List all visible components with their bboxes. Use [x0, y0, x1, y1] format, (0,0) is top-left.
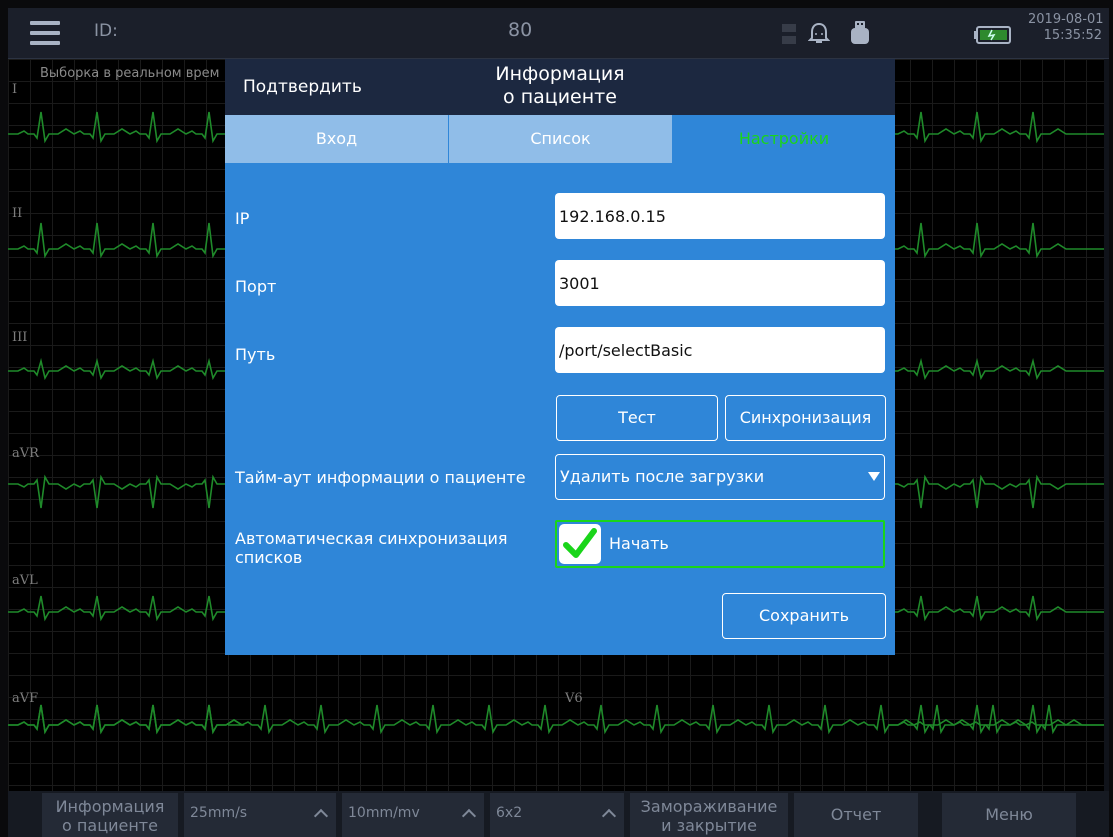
path-input[interactable] — [555, 327, 885, 373]
heart-rate-value: 80 — [508, 19, 533, 41]
freeze-close-button[interactable]: Замораживание и закрытие — [630, 793, 788, 837]
auto-sync-checkbox[interactable] — [559, 524, 601, 564]
gain-value: 10mm/mv — [348, 805, 420, 821]
patient-id-label: ID: — [94, 21, 118, 41]
ecg-trace — [888, 222, 1104, 259]
gain-selector[interactable]: 10mm/mv — [342, 793, 484, 837]
freeze-line1: Замораживание — [640, 797, 778, 816]
timeout-select[interactable]: Удалить после загрузки — [555, 454, 885, 500]
patient-info-line1: Информация — [55, 797, 165, 816]
ecg-trace — [888, 474, 1104, 509]
bottom-toolbar: Информация о пациенте 25mm/s 10mm/mv 6x2… — [8, 791, 1109, 837]
ecg-trace — [888, 595, 1104, 622]
confirm-button[interactable]: Подтвердить — [243, 77, 362, 97]
status-bar: ID: 80 2019-08-01 15:35:52 — [8, 8, 1109, 59]
right-edge-bar — [1104, 59, 1109, 791]
ip-input[interactable] — [555, 193, 885, 239]
auto-sync-toggle[interactable]: Начать — [555, 520, 885, 568]
ecg-trace — [888, 111, 1104, 144]
auto-sync-label-line1: Автоматическая синхронизация — [235, 529, 508, 548]
lead-label-ii: II — [12, 206, 23, 221]
dropdown-arrow-icon — [868, 472, 880, 481]
dialog-title-line1: Информация — [495, 63, 625, 85]
tab-list[interactable]: Список — [449, 115, 672, 163]
port-input[interactable] — [555, 260, 885, 306]
report-button[interactable]: Отчет — [794, 793, 918, 837]
auto-sync-label-line2: списков — [235, 548, 303, 567]
alarm-bell-icon — [808, 22, 830, 43]
ecg-trace — [8, 111, 245, 144]
lead-label-avl: aVL — [12, 573, 38, 588]
ecg-trace — [8, 222, 245, 259]
menu-icon[interactable] — [30, 21, 60, 45]
ecg-device-screen: ID: 80 2019-08-01 15:35:52 Выборка в реа… — [8, 8, 1109, 837]
lead-label-avr: aVR — [12, 446, 39, 461]
patient-info-line2: о пациенте — [62, 816, 158, 835]
freeze-line2: и закрытие — [661, 816, 757, 835]
chevron-up-icon — [601, 808, 617, 824]
auto-sync-label: Автоматическая синхронизация списков — [235, 529, 508, 567]
lead-label-avf: aVF — [12, 691, 39, 706]
realtime-sampling-label: Выборка в реальном врем — [40, 66, 220, 81]
path-label: Путь — [235, 345, 276, 364]
port-label: Порт — [235, 277, 277, 296]
usb-icon — [851, 21, 869, 44]
ecg-trace — [888, 357, 1104, 381]
chevron-up-icon — [313, 808, 329, 824]
date-text: 2019-08-01 — [1028, 12, 1104, 27]
speed-selector[interactable]: 25mm/s — [184, 793, 336, 837]
network-icon — [782, 24, 796, 44]
save-button[interactable]: Сохранить — [722, 593, 886, 639]
auto-sync-checkbox-label: Начать — [609, 534, 669, 553]
chevron-up-icon — [461, 808, 477, 824]
layout-value: 6x2 — [496, 805, 523, 821]
lead-label-v6: V6 — [565, 691, 583, 706]
ecg-trace — [8, 595, 245, 622]
dialog-title-line2: о пациенте — [503, 86, 617, 108]
menu-button[interactable]: Меню — [942, 793, 1076, 837]
dialog-tabs: Вход Список Настройки — [225, 115, 895, 163]
dialog-title: Информация о пациенте — [465, 63, 655, 109]
speed-value: 25mm/s — [190, 805, 248, 821]
ecg-trace — [8, 357, 245, 381]
tab-login[interactable]: Вход — [225, 115, 448, 163]
date-time: 2019-08-01 15:35:52 — [1028, 8, 1104, 44]
patient-info-dialog: Подтвердить Информация о пациенте Вход С… — [225, 59, 895, 655]
dialog-header: Подтвердить Информация о пациенте — [225, 59, 895, 115]
sync-button[interactable]: Синхронизация — [725, 395, 886, 441]
lead-label-iii: III — [12, 330, 28, 345]
ip-label: IP — [235, 209, 250, 228]
battery-icon — [974, 26, 1011, 44]
timeout-label: Тайм-аут информации о пациенте — [235, 468, 526, 487]
ecg-trace — [8, 474, 245, 509]
tab-settings[interactable]: Настройки — [673, 115, 895, 163]
lead-label-i: I — [12, 82, 18, 97]
ecg-trace — [8, 704, 1104, 735]
patient-info-button[interactable]: Информация о пациенте — [42, 793, 178, 837]
time-text: 15:35:52 — [1043, 28, 1102, 43]
timeout-select-value: Удалить после загрузки — [560, 467, 765, 486]
checkmark-icon — [563, 528, 597, 558]
layout-selector[interactable]: 6x2 — [490, 793, 624, 837]
test-button[interactable]: Тест — [556, 395, 718, 441]
